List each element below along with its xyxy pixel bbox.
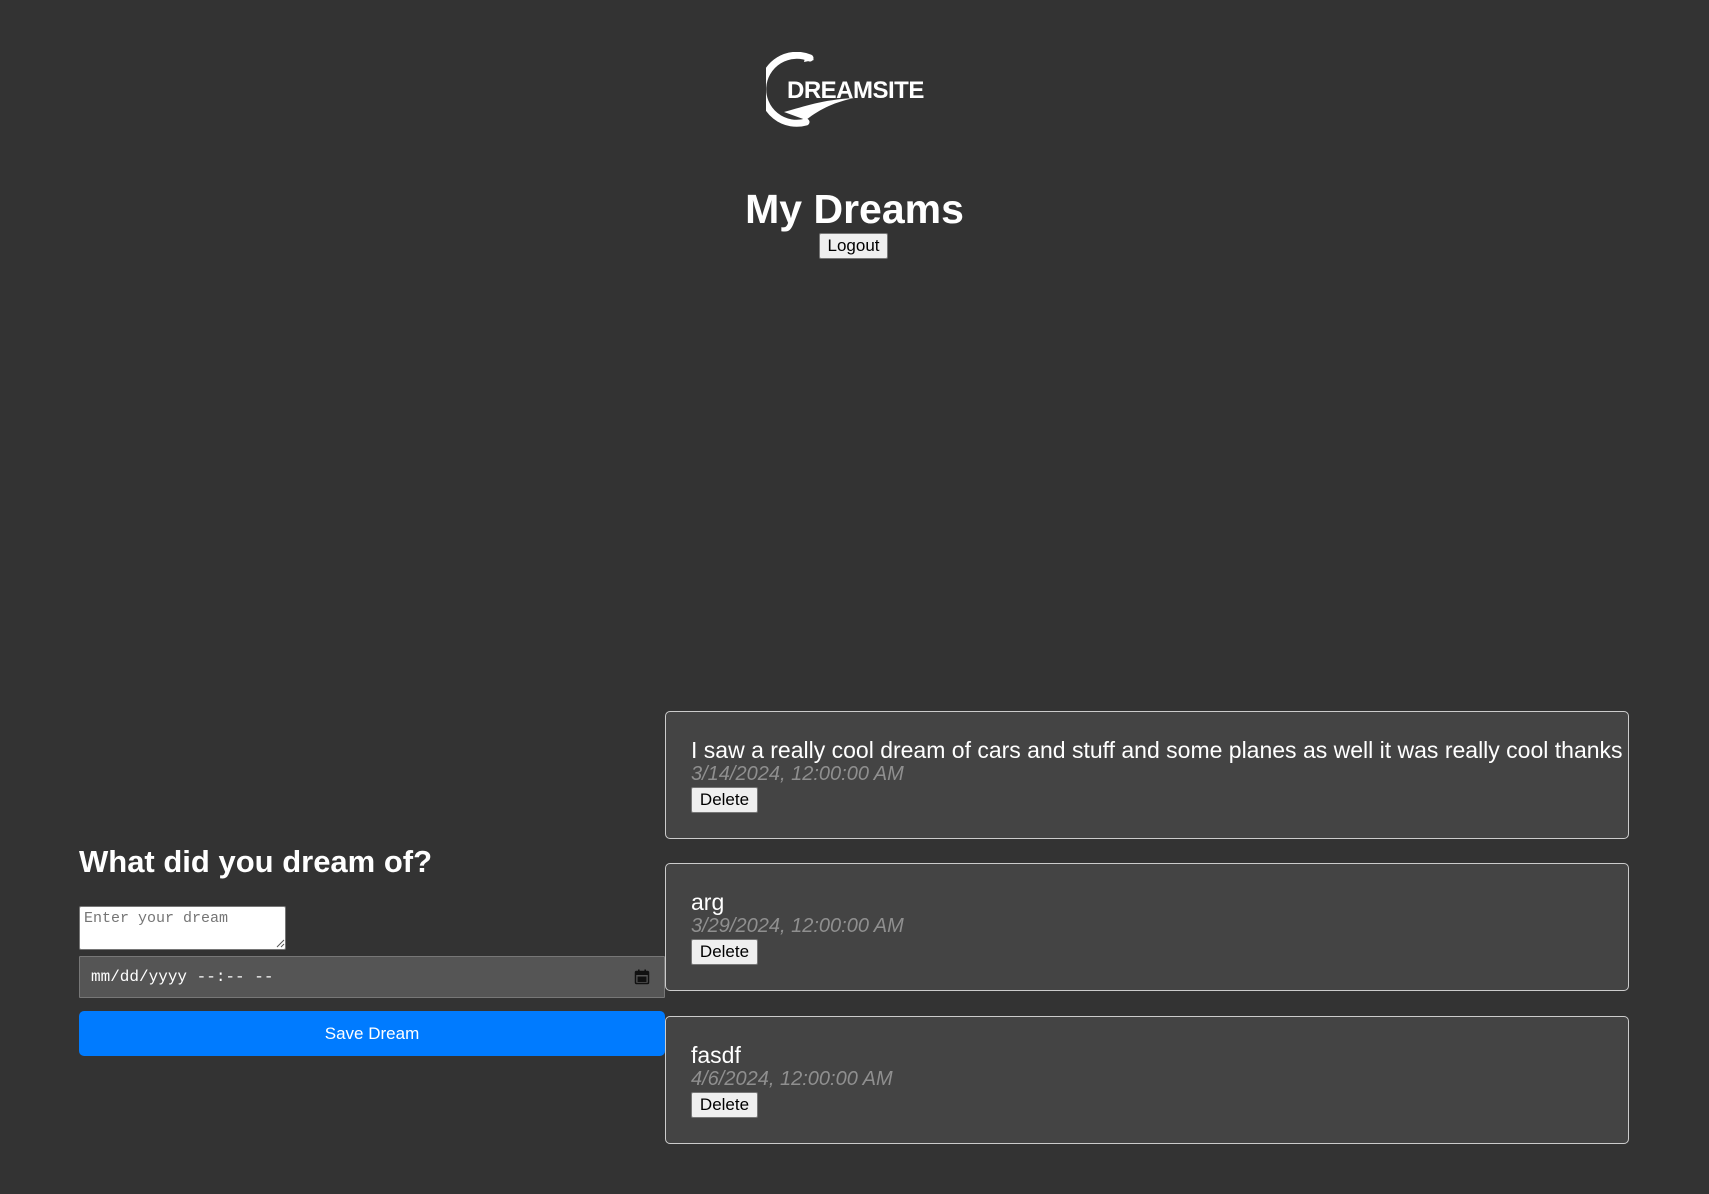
dream-text: I saw a really cool dream of cars and st… [691, 737, 1623, 763]
calendar-icon[interactable] [634, 969, 650, 985]
delete-dream-button[interactable]: Delete [691, 787, 758, 813]
dreamsite-logo: DREAMSITE [766, 52, 926, 128]
dream-date: 4/6/2024, 12:00:00 AM [691, 1068, 893, 1090]
dream-input[interactable] [79, 906, 286, 950]
delete-dream-button[interactable]: Delete [691, 939, 758, 965]
logout-button[interactable]: Logout [819, 233, 888, 259]
logo-text: DREAMSITE [787, 77, 924, 104]
dream-card: arg 3/29/2024, 12:00:00 AM Delete [665, 863, 1629, 991]
save-dream-button[interactable]: Save Dream [79, 1011, 665, 1056]
dream-card: fasdf 4/6/2024, 12:00:00 AM Delete [665, 1016, 1629, 1144]
dream-date: 3/14/2024, 12:00:00 AM [691, 763, 904, 785]
dream-datetime-input[interactable]: mm/dd/yyyy --:-- -- [79, 956, 665, 998]
datetime-placeholder: mm/dd/yyyy --:-- -- [91, 968, 274, 986]
dream-form-title: What did you dream of? [79, 844, 433, 879]
page-title: My Dreams [745, 186, 964, 232]
delete-dream-button[interactable]: Delete [691, 1092, 758, 1118]
dream-journal-page: DREAMSITE My Dreams Logout What did you … [0, 0, 1709, 1194]
dream-text: arg [691, 889, 725, 915]
dream-card: I saw a really cool dream of cars and st… [665, 711, 1629, 839]
dream-text: fasdf [691, 1042, 741, 1068]
dream-date: 3/29/2024, 12:00:00 AM [691, 915, 904, 937]
